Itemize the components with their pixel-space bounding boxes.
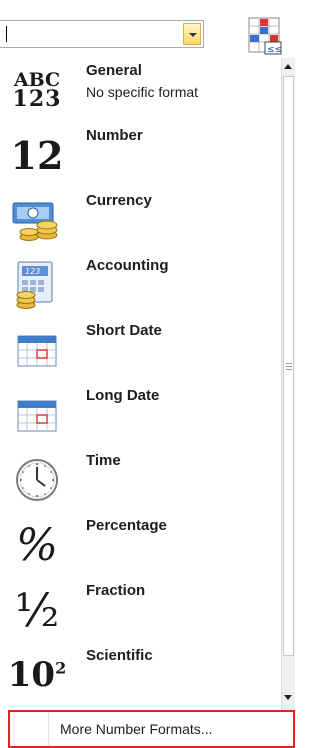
item-name: Accounting [86,257,169,274]
number-format-toolbar: ≤≤ [0,0,295,58]
list-item-time[interactable]: Time [2,448,280,513]
item-name: Scientific [86,647,153,664]
abc-123-icon: ABC 123 [8,64,66,116]
calendar-icon [8,324,66,376]
list-item-accounting[interactable]: 123 Accounting [2,253,280,318]
number-format-combo[interactable] [0,20,204,48]
percent-icon: % [8,519,66,571]
calculator-display-text: 123 [25,267,40,276]
more-number-formats-label: More Number Formats... [60,721,213,737]
icon-text: % [16,519,58,571]
chevron-down-icon [189,33,197,37]
exponent-icon: 102 [8,649,66,701]
calendar-icon [8,389,66,441]
grip-line [286,369,292,370]
grip-line [286,366,292,367]
scroll-down-button[interactable] [282,691,295,705]
list-item-number[interactable]: 12 Number [2,123,280,188]
item-name: Fraction [86,582,146,599]
list-item-scientific[interactable]: 102 Scientific [2,643,280,708]
icon-text-base: 10 [7,655,56,695]
list-item-general[interactable]: ABC 123 General No specific format [2,58,280,123]
list-item-short-date[interactable]: Short Date [2,318,280,383]
item-name: Number [86,127,143,144]
grip-line [286,363,292,364]
icon-text-bottom: 123 [12,86,62,112]
clock-icon [8,454,66,506]
arrow-down-icon [284,695,292,700]
list-item-fraction[interactable]: ½ Fraction [2,578,280,643]
icon-text: ½ [14,583,60,637]
list-item-long-date[interactable]: Long Date [2,383,280,448]
icon-text-exponent: 2 [55,658,67,678]
number-12-icon: 12 [8,129,66,181]
svg-text:≤≤: ≤≤ [267,45,282,55]
scroll-thumb[interactable] [283,76,294,656]
icon-text: 12 [10,132,64,178]
text-cursor [6,26,7,42]
list-item-percentage[interactable]: % Percentage [2,513,280,578]
number-format-list: ABC 123 General No specific format 12 Nu… [2,58,282,710]
currency-bills-coins-icon [8,194,66,246]
scroll-up-button[interactable] [282,60,295,74]
item-name: Percentage [86,517,167,534]
item-name: Currency [86,192,152,209]
conditional-formatting-icon[interactable]: ≤≤ [245,16,285,56]
dropdown-arrow-button[interactable] [183,23,201,45]
item-name: Short Date [86,322,162,339]
more-number-formats-button[interactable]: More Number Formats... [8,710,295,748]
arrow-up-icon [284,64,292,69]
item-name: Time [86,452,121,469]
item-name: General [86,62,142,79]
item-name: Long Date [86,387,160,404]
accounting-calculator-coins-icon: 123 [8,259,66,311]
vertical-scrollbar[interactable] [281,58,295,710]
divider [48,712,49,746]
item-description: No specific format [86,84,199,100]
list-item-currency[interactable]: Currency [2,188,280,253]
fraction-icon: ½ [8,583,66,637]
